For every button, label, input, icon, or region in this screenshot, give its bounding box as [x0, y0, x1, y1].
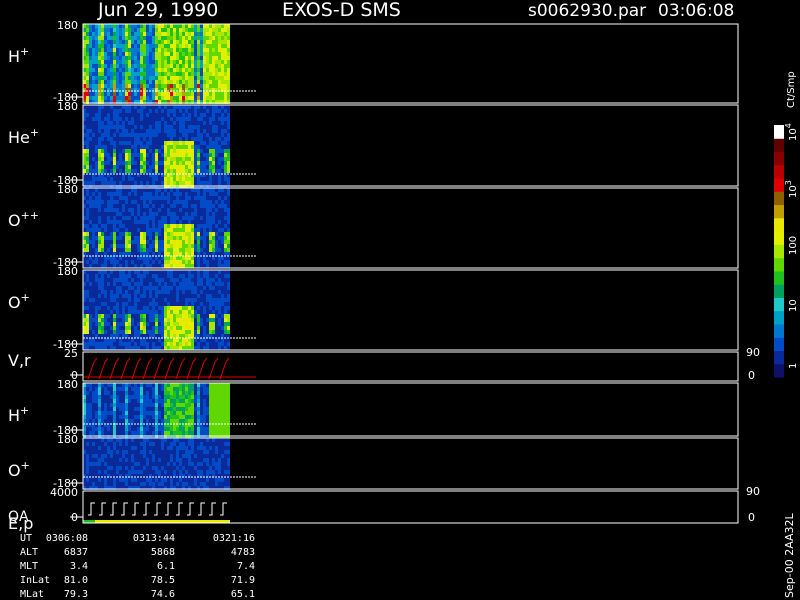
colorbar-tick-exponent: 3: [784, 180, 793, 185]
orbit-value: 3.4: [70, 561, 88, 572]
orbit-value: 71.9: [231, 575, 255, 586]
colorbar-segment: [774, 217, 784, 232]
colorbar-segment: [774, 337, 784, 351]
orbit-value: 81.0: [64, 575, 88, 586]
orbit-value: 0321:16: [213, 533, 255, 544]
colorbar-segment: [774, 363, 784, 378]
orbit-value: 4783: [231, 547, 255, 558]
orbit-row-name: MLat: [20, 589, 44, 600]
orbit-value: 6837: [64, 547, 88, 558]
colorbar-tick-label: 103: [784, 180, 799, 198]
colorbar-segment: [774, 138, 784, 153]
panel-label: He+: [8, 126, 39, 147]
panel: H+180-180: [8, 378, 739, 439]
header-file: s0062930.par: [528, 1, 646, 21]
colorbar-segment: [774, 310, 784, 325]
right-axis-label: 90: [746, 346, 760, 359]
colorbar-tick-label: 10: [788, 299, 799, 312]
right-axis-label: 0: [748, 511, 755, 524]
y-max-label: 180: [57, 378, 78, 391]
panel: O+180-180: [8, 265, 739, 351]
y-max-label: 4000: [50, 486, 78, 499]
panel-label: O+: [8, 459, 30, 480]
colorbar-tick-label: 1: [788, 363, 799, 369]
orbit-row-name: UT: [20, 533, 32, 544]
y-max-label: 180: [57, 433, 78, 446]
colorbar-segment: [774, 204, 784, 219]
panel: O++180-180: [8, 183, 739, 269]
colorbar-segment: [774, 178, 784, 192]
panel-label-sup: +: [21, 291, 30, 304]
right-axis-label: 0: [748, 369, 755, 382]
panel-label-sup: +: [20, 45, 29, 58]
right-axis-label: 90: [746, 485, 760, 498]
colorbar-segment: [774, 297, 784, 312]
panel: H+180-180: [8, 19, 739, 104]
y-max-label: 180: [57, 183, 78, 196]
panel: He+180-180: [8, 100, 739, 189]
orbit-value: 78.5: [151, 575, 175, 586]
colorbar-tick-exponent: 4: [784, 123, 793, 128]
orbit-value: 5868: [151, 547, 175, 558]
y-max-label: 25: [64, 347, 78, 360]
colorbar-segment: [774, 270, 784, 285]
panel-label: O+: [8, 291, 30, 312]
colorbar-segment: [774, 284, 784, 298]
panel: O+180-180: [8, 433, 739, 490]
orbit-value: 6.1: [157, 561, 175, 572]
colorbar-unit: Ct/Smp: [786, 71, 797, 108]
footer-vertical: Sep-00 2AA32L: [783, 512, 796, 598]
colorbar-segment: [774, 191, 784, 206]
panel: E,pQA40000900: [8, 485, 760, 533]
y-max-label: 180: [57, 265, 78, 278]
panel-label-sup: +: [21, 459, 30, 472]
colorbar-tick-label: 100: [788, 236, 799, 255]
orbit-value: 74.6: [151, 589, 175, 600]
colorbar-segment: [774, 125, 784, 139]
panel: V,r250900: [8, 346, 760, 382]
header-time: 03:06:08: [658, 1, 734, 21]
colorbar-segment: [774, 151, 784, 166]
orbit-value: 79.3: [64, 589, 88, 600]
y-max-label: 180: [57, 19, 78, 32]
colorbar-segment: [774, 244, 784, 259]
orbit-row-name: ALT: [20, 547, 38, 558]
header-date: Jun 29, 1990: [97, 0, 218, 21]
panel-label: V,r: [8, 351, 31, 370]
colorbar-segment: [774, 323, 784, 338]
colorbar-segment: [774, 164, 784, 179]
orbit-row-name: MLT: [20, 561, 38, 572]
panels: H+180-180He+180-180O++180-180O+180-180V,…: [8, 19, 760, 533]
panel-label: H+: [8, 404, 29, 425]
panel-label-sup: +: [30, 126, 39, 139]
colorbar-segment: [774, 350, 784, 365]
spectrogram-plot: Jun 29, 1990 EXOS-D SMS s0062930.par 03:…: [8, 0, 799, 600]
header-instrument: EXOS-D SMS: [282, 0, 401, 21]
colorbar-segment: [774, 257, 784, 272]
orbit-value: 65.1: [231, 589, 255, 600]
colorbar-tick-label: 104: [784, 123, 799, 141]
orbit-value: 7.4: [237, 561, 255, 572]
colorbar: Ct/Smp 1 10 100 103 104: [774, 71, 799, 378]
panel-label-sup: ++: [21, 209, 39, 222]
orbit-row-name: InLat: [20, 575, 50, 586]
colorbar-segment: [774, 231, 784, 245]
panel-area: [83, 491, 738, 523]
panel-label: H+: [8, 45, 29, 66]
orbit-table: UT 0306:08 0313:44 0321:16 ALT 6837 5868 4783 ML…: [20, 533, 255, 600]
y-max-label: 180: [57, 100, 78, 113]
orbit-value: 0306:08: [46, 533, 88, 544]
panel-label: O++: [8, 209, 39, 230]
panel-label-sup: +: [20, 404, 29, 417]
panel-label-2: QA: [8, 509, 29, 525]
orbit-value: 0313:44: [133, 533, 175, 544]
